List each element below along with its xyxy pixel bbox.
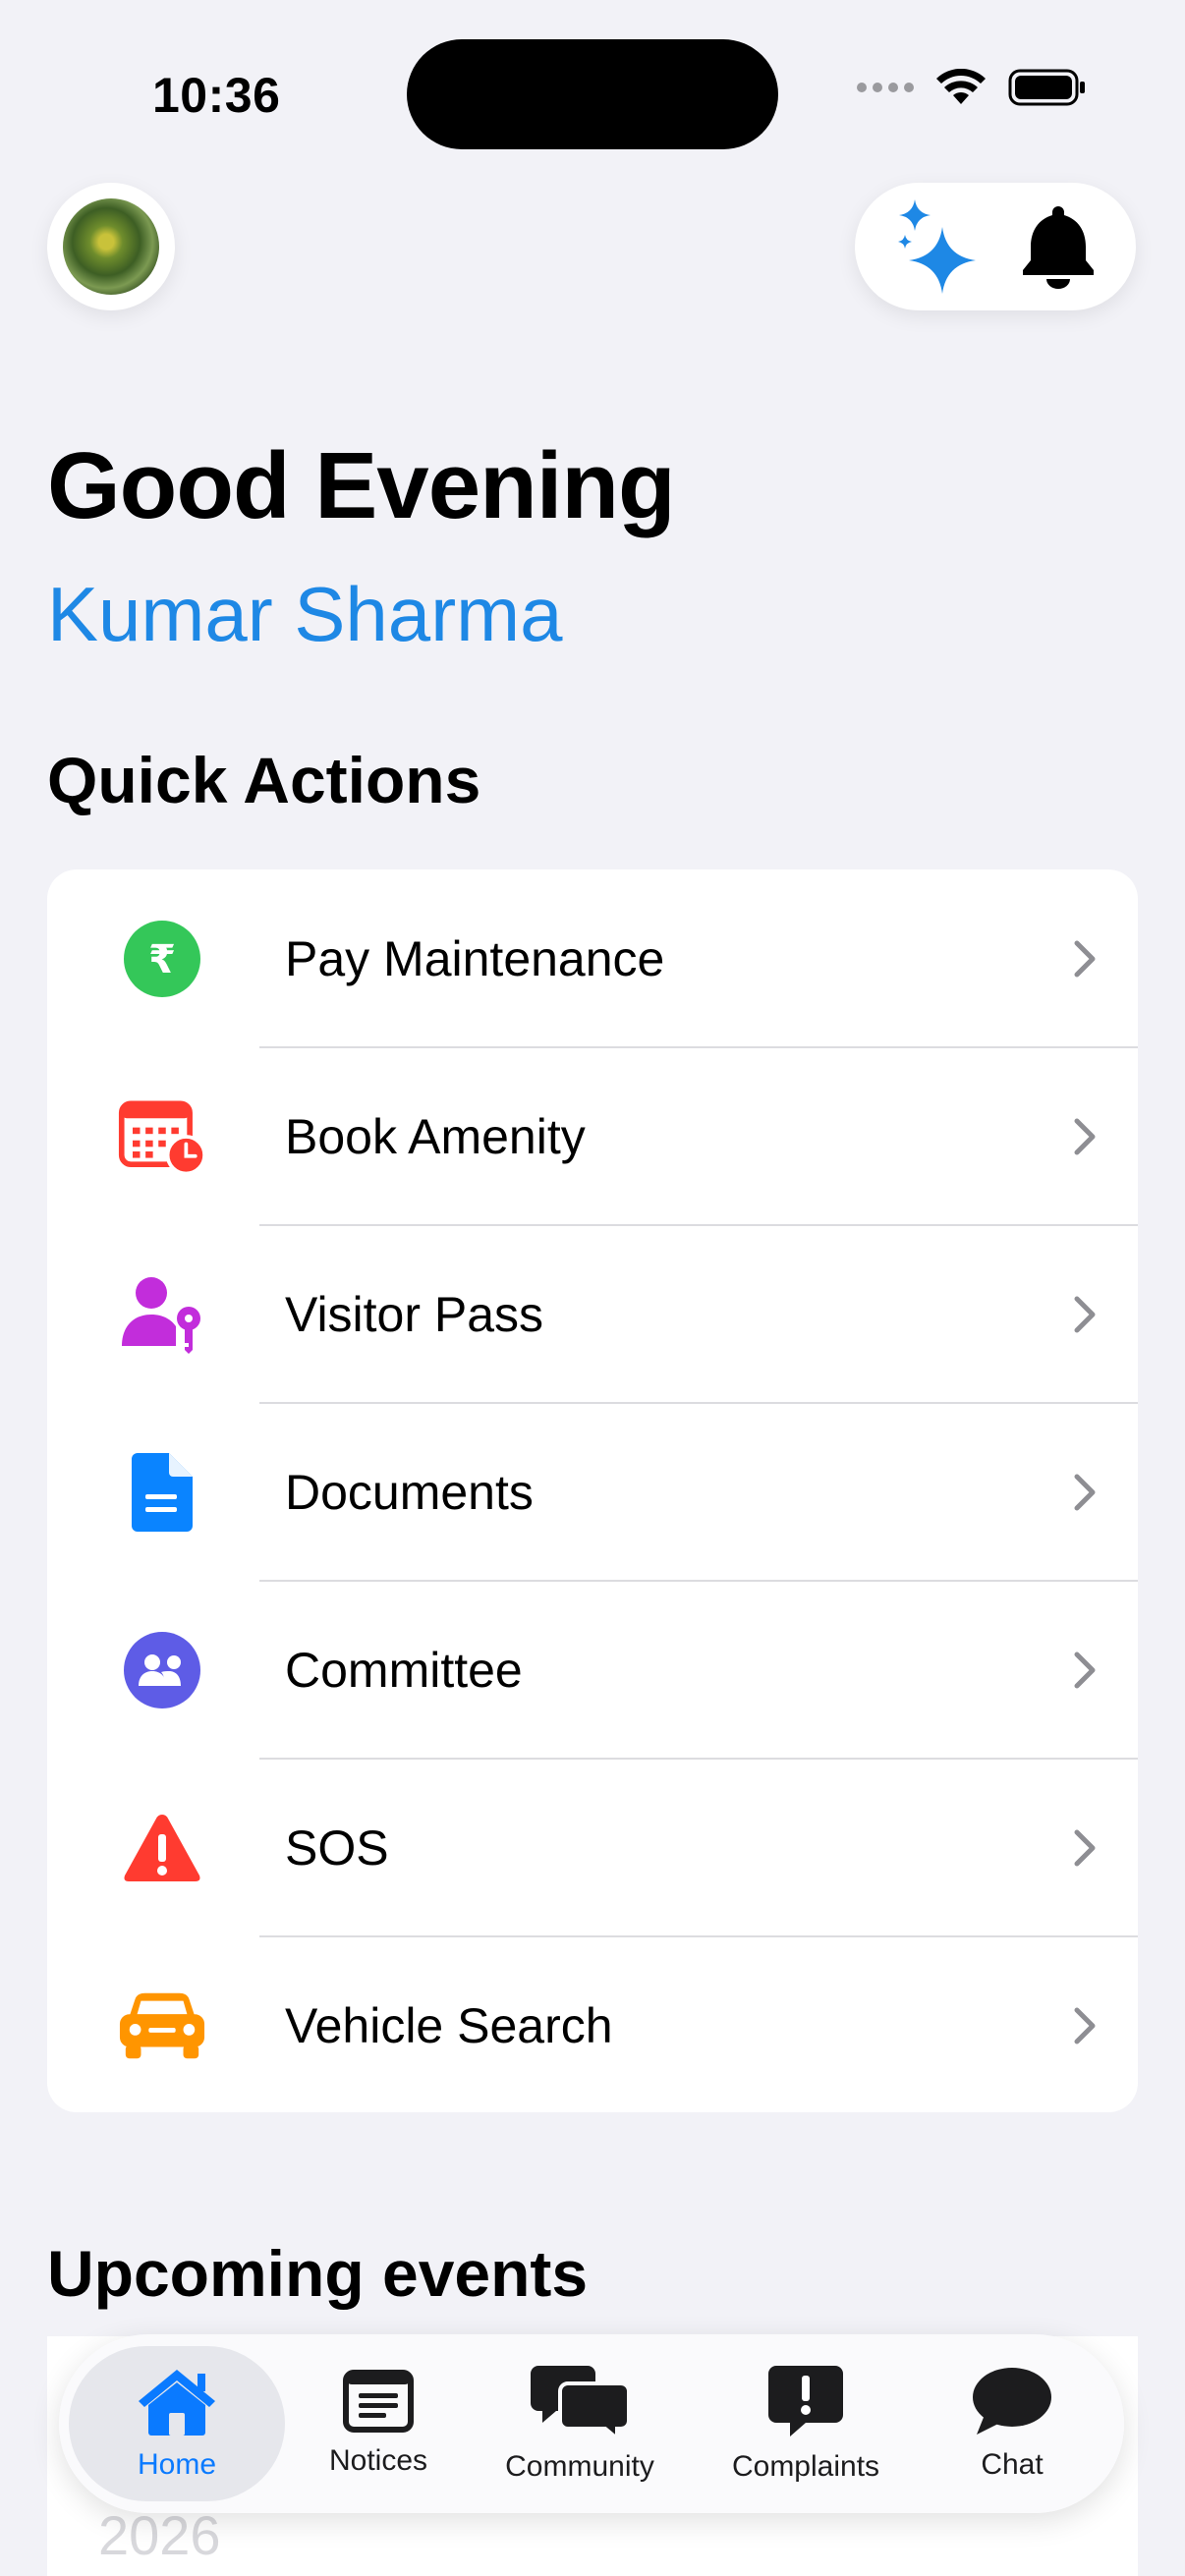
chevron-right-icon: [1074, 1829, 1096, 1866]
quick-action-committee[interactable]: Committee: [47, 1581, 1138, 1759]
upcoming-events-title: Upcoming events: [47, 2237, 589, 2310]
calendar-clock-icon: [118, 1092, 206, 1181]
quick-action-visitor-pass[interactable]: Visitor Pass: [47, 1225, 1138, 1403]
rupee-circle-icon: ₹: [118, 915, 206, 1003]
bell-icon[interactable]: [1019, 202, 1098, 291]
car-icon: [118, 1982, 206, 2070]
tab-chat[interactable]: Chat: [914, 2334, 1110, 2513]
quick-action-label: Pay Maintenance: [285, 930, 665, 986]
quick-actions-title: Quick Actions: [47, 744, 481, 816]
battery-icon: [1008, 69, 1085, 106]
sparkles-icon[interactable]: [893, 197, 982, 296]
svg-text:₹: ₹: [148, 937, 176, 982]
user-name: Kumar Sharma: [47, 571, 563, 657]
chevron-right-icon: [1074, 1296, 1096, 1332]
status-icons: [857, 69, 1087, 106]
tab-label: Chat: [981, 2448, 1044, 2481]
quick-action-label: Visitor Pass: [285, 1286, 544, 1342]
quick-action-pay-maintenance[interactable]: ₹ Pay Maintenance: [47, 869, 1138, 1047]
tab-bar: Home Notices Community Complaints Chat: [59, 2334, 1124, 2513]
newspaper-icon: [343, 2370, 414, 2433]
quick-action-documents[interactable]: Documents: [47, 1403, 1138, 1581]
top-actions: [855, 183, 1136, 310]
tab-notices[interactable]: Notices: [295, 2334, 462, 2513]
status-time: 10:36: [152, 68, 281, 123]
tab-complaints[interactable]: Complaints: [698, 2334, 914, 2513]
chevron-right-icon: [1074, 940, 1096, 977]
quick-action-label: SOS: [285, 1820, 389, 1876]
house-icon: [139, 2370, 215, 2436]
people-circle-icon: [118, 1626, 206, 1714]
quick-action-label: Documents: [285, 1464, 534, 1520]
quick-action-book-amenity[interactable]: Book Amenity: [47, 1047, 1138, 1225]
chat-bubble-icon: [973, 2368, 1051, 2435]
quick-action-label: Book Amenity: [285, 1108, 586, 1164]
tab-home[interactable]: Home: [69, 2334, 285, 2513]
chevron-right-icon: [1074, 2007, 1096, 2044]
quick-action-label: Vehicle Search: [285, 1997, 613, 2053]
quick-action-vehicle-search[interactable]: Vehicle Search: [47, 1936, 1138, 2112]
quick-actions-list: ₹ Pay Maintenance Book Amenity Visitor P…: [47, 869, 1138, 2112]
tab-label: Home: [137, 2448, 217, 2481]
greeting-title: Good Evening: [47, 433, 676, 538]
document-icon: [118, 1448, 206, 1537]
avatar: [63, 198, 159, 295]
exclamation-bubble-icon: [768, 2366, 843, 2436]
wifi-icon: [936, 69, 986, 104]
person-key-icon: [118, 1270, 206, 1359]
dynamic-island: [407, 39, 778, 149]
chevron-right-icon: [1074, 1652, 1096, 1688]
tab-community[interactable]: Community: [472, 2334, 688, 2513]
tab-label: Community: [505, 2450, 654, 2483]
quick-action-label: Committee: [285, 1642, 523, 1698]
signal-icon: [857, 83, 914, 92]
chevron-right-icon: [1074, 1474, 1096, 1510]
quick-action-sos[interactable]: SOS: [47, 1759, 1138, 1936]
chat-bubbles-icon: [531, 2366, 629, 2438]
chevron-right-icon: [1074, 1118, 1096, 1154]
tab-label: Complaints: [731, 2450, 880, 2483]
profile-avatar-button[interactable]: [47, 183, 175, 310]
tab-label: Notices: [328, 2444, 428, 2477]
warning-triangle-icon: [118, 1804, 206, 1892]
